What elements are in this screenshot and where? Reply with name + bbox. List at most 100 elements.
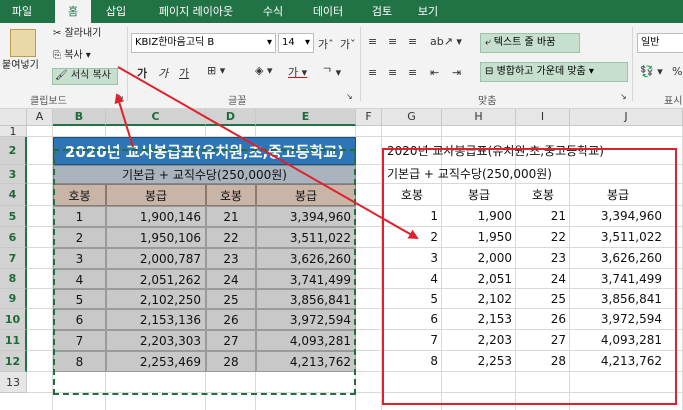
- table-data-cell[interactable]: 22: [206, 227, 256, 248]
- table-data-cell[interactable]: 25: [206, 289, 256, 309]
- copy-data-cell[interactable]: 23: [516, 248, 570, 269]
- paste-button[interactable]: 붙여넣기: [2, 59, 39, 73]
- cut-button[interactable]: ✂ 잘라내기: [53, 27, 101, 41]
- table-data-cell[interactable]: 2,000,787: [106, 248, 206, 269]
- align-center-icon[interactable]: ≡: [388, 66, 397, 79]
- table-data-cell[interactable]: 4,093,281: [256, 330, 356, 351]
- phonetic-icon[interactable]: ᄀ ▾: [322, 64, 341, 80]
- column-header-a[interactable]: A: [27, 109, 53, 126]
- copy-data-cell[interactable]: 24: [516, 269, 570, 289]
- dialog-launcher-icon[interactable]: ↘: [117, 92, 124, 101]
- table-data-cell[interactable]: 23: [206, 248, 256, 269]
- italic-icon[interactable]: 가: [158, 65, 168, 81]
- number-format-select[interactable]: 일반: [637, 33, 683, 53]
- format-painter-button[interactable]: 🖌 서식 복사: [52, 68, 118, 85]
- copy-data-cell[interactable]: 28: [516, 351, 570, 372]
- row-header-3[interactable]: 3: [0, 165, 27, 184]
- column-header-e[interactable]: E: [256, 109, 356, 126]
- row-header-4[interactable]: 4: [0, 184, 27, 206]
- font-color-icon[interactable]: 가 ▾: [288, 64, 307, 80]
- table-data-cell[interactable]: 3,394,960: [256, 206, 356, 227]
- percent-icon[interactable]: %: [672, 65, 682, 78]
- copy-data-cell[interactable]: 2,253: [442, 351, 516, 372]
- table-header-cell[interactable]: 호봉: [206, 184, 256, 206]
- table-data-cell[interactable]: 7: [53, 330, 106, 351]
- row-header-5[interactable]: 5: [0, 206, 27, 227]
- copy-button[interactable]: ⎘ 복사 ▾: [53, 49, 91, 63]
- grow-font-icon[interactable]: 가ˆ: [318, 36, 334, 52]
- copy-data-cell[interactable]: 4,093,281: [570, 330, 666, 351]
- tab-page-layout[interactable]: 페이지 레이아웃: [146, 0, 246, 23]
- copy-data-cell[interactable]: 3,511,022: [570, 227, 666, 248]
- copy-data-cell[interactable]: 3,972,594: [570, 309, 666, 330]
- tab-review[interactable]: 검토: [364, 0, 400, 23]
- copy-data-cell[interactable]: 2,102: [442, 289, 516, 309]
- copy-data-cell[interactable]: 3,394,960: [570, 206, 666, 227]
- column-header-g[interactable]: G: [382, 109, 442, 126]
- table-data-cell[interactable]: 28: [206, 351, 256, 372]
- copy-data-cell[interactable]: 2: [382, 227, 442, 248]
- align-right-icon[interactable]: ≡: [408, 66, 417, 79]
- table-data-cell[interactable]: 21: [206, 206, 256, 227]
- table-data-cell[interactable]: 1: [53, 206, 106, 227]
- table-header-cell[interactable]: 호봉: [53, 184, 106, 206]
- tab-data[interactable]: 데이터: [303, 0, 353, 23]
- align-bottom-icon[interactable]: ≡: [408, 35, 417, 48]
- copy-title[interactable]: 2020년 교사봉급표(유치원,초,중고등학교): [384, 137, 674, 165]
- select-all-corner[interactable]: [0, 109, 27, 126]
- copy-data-cell[interactable]: 4: [382, 269, 442, 289]
- table-subtitle[interactable]: 기본급 + 교직수당(250,000원): [53, 165, 356, 184]
- copy-data-cell[interactable]: 2,000: [442, 248, 516, 269]
- copy-data-cell[interactable]: 8: [382, 351, 442, 372]
- underline-icon[interactable]: 가: [179, 65, 189, 81]
- copy-data-cell[interactable]: 3,626,260: [570, 248, 666, 269]
- tab-home[interactable]: 홈: [55, 0, 91, 23]
- copy-header-cell[interactable]: 호봉: [382, 184, 442, 206]
- row-header-8[interactable]: 8: [0, 269, 27, 289]
- column-header-c[interactable]: C: [106, 109, 206, 126]
- table-data-cell[interactable]: 26: [206, 309, 256, 330]
- copy-data-cell[interactable]: 2,203: [442, 330, 516, 351]
- column-header-d[interactable]: D: [206, 109, 256, 126]
- table-data-cell[interactable]: 27: [206, 330, 256, 351]
- row-header-10[interactable]: 10: [0, 309, 27, 330]
- tab-insert[interactable]: 삽입: [98, 0, 134, 23]
- column-header-f[interactable]: F: [356, 109, 382, 126]
- decrease-indent-icon[interactable]: ⇤: [430, 66, 439, 79]
- table-data-cell[interactable]: 1,950,106: [106, 227, 206, 248]
- copy-data-cell[interactable]: 25: [516, 289, 570, 309]
- column-header-i[interactable]: I: [516, 109, 570, 126]
- tab-file[interactable]: 파일: [0, 0, 44, 23]
- wrap-text-button[interactable]: ⤶ 텍스트 줄 바꿈: [480, 33, 580, 53]
- copy-subtitle[interactable]: 기본급 + 교직수당(250,000원): [384, 165, 674, 184]
- align-top-icon[interactable]: ≡: [368, 35, 377, 48]
- table-data-cell[interactable]: 6: [53, 309, 106, 330]
- column-header-h[interactable]: H: [442, 109, 516, 126]
- tab-formulas[interactable]: 수식: [253, 0, 293, 23]
- table-data-cell[interactable]: 4,213,762: [256, 351, 356, 372]
- table-data-cell[interactable]: 2,203,303: [106, 330, 206, 351]
- copy-data-cell[interactable]: 1: [382, 206, 442, 227]
- table-data-cell[interactable]: 2,253,469: [106, 351, 206, 372]
- row-header-1[interactable]: 1: [0, 126, 27, 137]
- copy-data-cell[interactable]: 3,741,499: [570, 269, 666, 289]
- table-data-cell[interactable]: 3,972,594: [256, 309, 356, 330]
- copy-data-cell[interactable]: 1,950: [442, 227, 516, 248]
- copy-data-cell[interactable]: 2,051: [442, 269, 516, 289]
- copy-data-cell[interactable]: 5: [382, 289, 442, 309]
- table-title[interactable]: 2020년 교사봉급표(유치원,초,중고등학교): [53, 137, 356, 165]
- copy-data-cell[interactable]: 4,213,762: [570, 351, 666, 372]
- font-size-select[interactable]: 14 ▾: [278, 33, 314, 53]
- row-header-2[interactable]: 2: [0, 137, 27, 165]
- table-data-cell[interactable]: 2,153,136: [106, 309, 206, 330]
- row-header-13[interactable]: 13: [0, 372, 27, 393]
- row-header-6[interactable]: 6: [0, 227, 27, 248]
- row-header-12[interactable]: 12: [0, 351, 27, 372]
- table-header-cell[interactable]: 봉급: [256, 184, 356, 206]
- fill-color-icon[interactable]: ◈ ▾: [255, 64, 272, 77]
- table-data-cell[interactable]: 2,102,250: [106, 289, 206, 309]
- copy-data-cell[interactable]: 7: [382, 330, 442, 351]
- table-data-cell[interactable]: 5: [53, 289, 106, 309]
- table-data-cell[interactable]: 3,856,841: [256, 289, 356, 309]
- border-icon[interactable]: ⊞ ▾: [207, 64, 225, 77]
